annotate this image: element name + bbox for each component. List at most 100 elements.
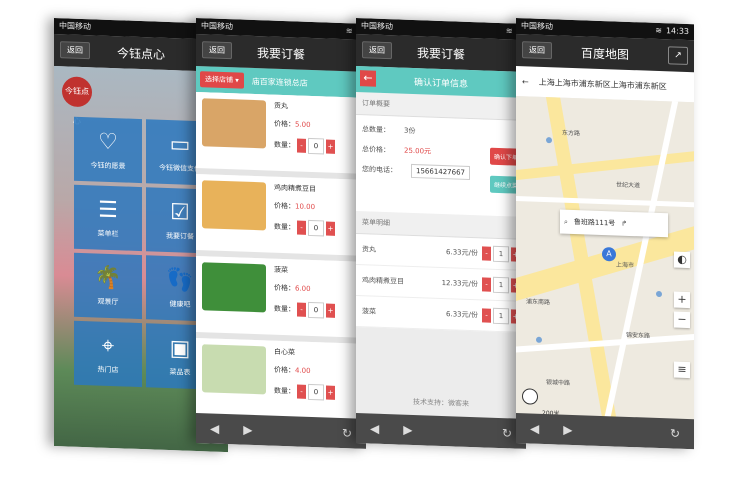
brand-logo: 今钰点心	[62, 76, 92, 126]
decrement-button[interactable]: -	[297, 302, 306, 317]
dish-price: 4.00	[295, 366, 311, 376]
checkbox-icon: ☑	[170, 199, 190, 226]
increment-button[interactable]: +	[326, 385, 335, 400]
order-item-name: 菠菜	[362, 307, 376, 316]
menu-tile-label: 今钰的愿景	[90, 160, 126, 170]
quantity-value[interactable]: 0	[308, 219, 324, 237]
order-item-price: 6.33元/份	[446, 310, 478, 320]
menu-tile[interactable]: ☰ 菜单栏	[74, 184, 142, 252]
menu-tile[interactable]: ⌖ 热门店	[74, 320, 142, 388]
increment-button[interactable]: +	[326, 303, 335, 318]
dish-photo	[202, 344, 266, 395]
nav-forward-icon[interactable]: ▶	[403, 423, 412, 437]
location-pin-icon[interactable]: A	[602, 247, 616, 262]
order-summary: 总数量： 3份 总价格： 25.00元 您的电话： 15661427667 确认…	[356, 115, 526, 217]
poi-marker[interactable]	[536, 336, 542, 343]
quantity-stepper: -1+	[482, 276, 520, 294]
location-icon: ⌖	[101, 333, 115, 359]
quantity-value[interactable]: 1	[493, 276, 509, 294]
shop-select-dropdown[interactable]: 选择店铺 ▾	[200, 71, 244, 89]
order-item-name: 鸡肉精煮豆目	[362, 276, 404, 286]
phone-input[interactable]: 15661427667	[411, 163, 470, 180]
arrow-left-icon[interactable]: ←	[360, 70, 376, 87]
refresh-icon[interactable]: ↻	[670, 426, 680, 440]
compass-icon[interactable]: ◐	[674, 251, 690, 269]
phone-map: 中国移动 ≋ 14:33 返回 百度地图 ↗ ← 上海上海市浦东新区上海市浦东新区…	[516, 18, 694, 450]
map-search-text: 鲁班路111号	[573, 218, 616, 228]
nav-forward-icon[interactable]: ▶	[563, 423, 572, 437]
back-button[interactable]: 返回	[60, 41, 90, 60]
share-icon[interactable]: ↗	[668, 46, 688, 66]
back-button[interactable]: 返回	[362, 41, 392, 60]
map-label: 锦安东路	[626, 331, 651, 340]
search-icon[interactable]: ⌕	[564, 217, 568, 226]
nav-back-icon[interactable]: ◀	[370, 421, 379, 435]
back-button[interactable]: 返回	[522, 41, 552, 60]
dish-name: 白心菜	[274, 347, 295, 357]
nav-back-icon[interactable]: ◀	[210, 421, 219, 435]
map-view[interactable]: 世纪大道 东方路 浦东南路 锦安东路 上海市 银城中路 ⌕ 鲁班路111号 ↱ …	[516, 96, 694, 429]
wifi-icon: ≋	[345, 26, 353, 36]
browser-toolbar: ◀ ▶ ↻	[356, 413, 526, 449]
map-label: 世纪大道	[616, 181, 641, 190]
decrement-button[interactable]: -	[482, 308, 491, 323]
list-icon: ☰	[98, 197, 118, 223]
locate-me-icon[interactable]	[522, 388, 538, 405]
dish-item: 白心菜 价格：4.00 数量： -0 +	[196, 338, 366, 426]
palm-icon: 🌴	[94, 264, 122, 291]
increment-button[interactable]: +	[326, 221, 335, 236]
order-items: 贡丸6.33元/份-1+鸡肉精煮豆目12.33元/份-1+菠菜6.33元/份-1…	[356, 234, 526, 333]
nav-back-icon[interactable]: ◀	[530, 421, 539, 435]
tech-support: 技术支持：微客来	[413, 397, 469, 408]
layers-icon[interactable]: ≡	[674, 361, 690, 379]
menu-tile-label: 菜品表	[169, 367, 191, 377]
dish-name: 贡丸	[274, 101, 288, 111]
map-label: 东方路	[562, 129, 581, 138]
decrement-button[interactable]: -	[297, 384, 306, 399]
route-icon[interactable]: ↱	[621, 220, 627, 228]
dish-photo	[202, 98, 266, 149]
decrement-button[interactable]: -	[297, 220, 306, 235]
page-title: 今钰点心	[116, 45, 165, 62]
quantity-stepper: -1+	[482, 307, 520, 325]
quantity-value[interactable]: 0	[308, 137, 324, 155]
quantity-stepper: 数量： -0 +	[274, 219, 335, 237]
quantity-stepper: 数量： -0 +	[274, 301, 335, 319]
dish-name: 菠菜	[274, 265, 288, 275]
menu-tile[interactable]: 🌴 观景厅	[74, 252, 142, 320]
map-search-box[interactable]: ⌕ 鲁班路111号 ↱	[560, 209, 668, 238]
map-label: 上海市	[616, 261, 635, 270]
refresh-icon[interactable]: ↻	[342, 426, 352, 440]
quantity-value[interactable]: 1	[493, 307, 509, 325]
zoom-out-button[interactable]: −	[674, 311, 690, 329]
back-button[interactable]: 返回	[202, 41, 232, 60]
address-text: 上海上海市浦东新区上海市浦东新区	[538, 77, 667, 91]
increment-button[interactable]: +	[326, 139, 335, 154]
decrement-button[interactable]: -	[482, 246, 491, 261]
map-street	[516, 195, 694, 209]
time-label: 14:33	[665, 26, 689, 37]
decrement-button[interactable]: -	[482, 277, 491, 292]
quantity-value[interactable]: 1	[493, 245, 509, 263]
arrow-left-icon[interactable]: ←	[522, 77, 529, 86]
title-bar: 返回 百度地图 ↗	[516, 34, 694, 73]
menu-tile[interactable]: ♡ 今钰的愿景	[74, 116, 142, 184]
quantity-value[interactable]: 0	[308, 301, 324, 319]
menu-tile-label: 观景厅	[97, 297, 119, 306]
nav-forward-icon[interactable]: ▶	[243, 423, 252, 437]
confirm-header-title: 确认订单信息	[413, 77, 468, 90]
poi-marker[interactable]	[546, 137, 552, 144]
poi-marker[interactable]	[656, 290, 662, 298]
order-item-price: 6.33元/份	[446, 248, 478, 258]
refresh-icon[interactable]: ↻	[502, 426, 512, 440]
phone-confirm-order: 中国移动 ≋▮ 返回 我要订餐 ← 确认订单信息 订单概要 总数量： 3份 总价…	[356, 18, 526, 449]
quantity-value[interactable]: 0	[308, 383, 324, 401]
zoom-in-button[interactable]: +	[674, 291, 690, 309]
decrement-button[interactable]: -	[297, 138, 306, 153]
box-icon: ▣	[169, 335, 191, 362]
carrier-label: 中国移动	[521, 21, 553, 32]
heart-icon: ♡	[98, 129, 118, 155]
dish-list: 贡丸 价格：5.00 数量： -0 + 鸡肉精煮豆目 价格：10.00 数量： -0 + 菠菜 价格：…	[196, 92, 366, 426]
footprints-icon: 👣	[166, 267, 194, 294]
dish-price: 5.00	[295, 120, 311, 130]
